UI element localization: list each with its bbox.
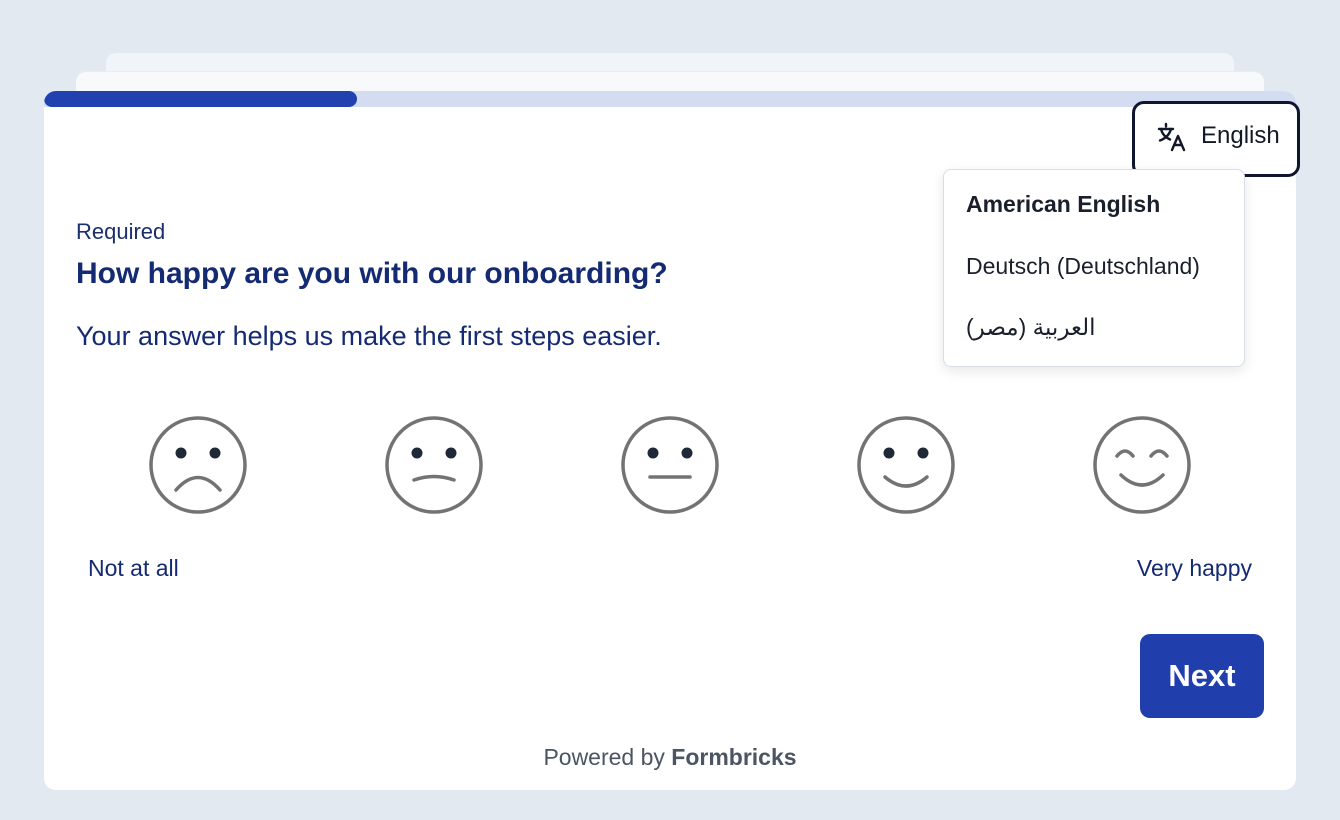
translate-icon <box>1157 122 1186 152</box>
language-option-american-english[interactable]: American English <box>966 191 1160 218</box>
language-current-label: English <box>1201 122 1280 149</box>
very-happy-face-icon[interactable] <box>1090 413 1194 517</box>
rating-low-label: Not at all <box>88 555 179 581</box>
language-dropdown-menu: American English Deutsch (Deutschland) ا… <box>943 169 1245 367</box>
powered-by-footer[interactable]: Powered by Formbricks <box>44 744 1296 771</box>
very-sad-face-icon[interactable] <box>146 413 250 517</box>
language-switch-button[interactable]: English <box>1132 101 1300 177</box>
language-option-deutsch[interactable]: Deutsch (Deutschland) <box>966 253 1200 280</box>
survey-card: English American English Deutsch (Deutsc… <box>44 91 1300 790</box>
next-button[interactable]: Next <box>1140 634 1264 718</box>
progress-bar <box>44 91 1296 107</box>
rating-high-label: Very happy <box>1136 555 1252 581</box>
required-label: Required <box>76 219 166 244</box>
sad-face-icon[interactable] <box>382 413 486 517</box>
powered-by-brand: Formbricks <box>671 744 797 770</box>
neutral-face-icon[interactable] <box>618 413 722 517</box>
smile-face-icon[interactable] <box>854 413 958 517</box>
progress-bar-fill <box>44 91 357 107</box>
language-option-arabic[interactable]: العربية (مصر) <box>966 314 1096 341</box>
powered-by-prefix: Powered by <box>543 744 665 770</box>
question-subheader: Your answer helps us make the first step… <box>76 321 662 351</box>
question-headline: How happy are you with our onboarding? <box>76 257 668 290</box>
